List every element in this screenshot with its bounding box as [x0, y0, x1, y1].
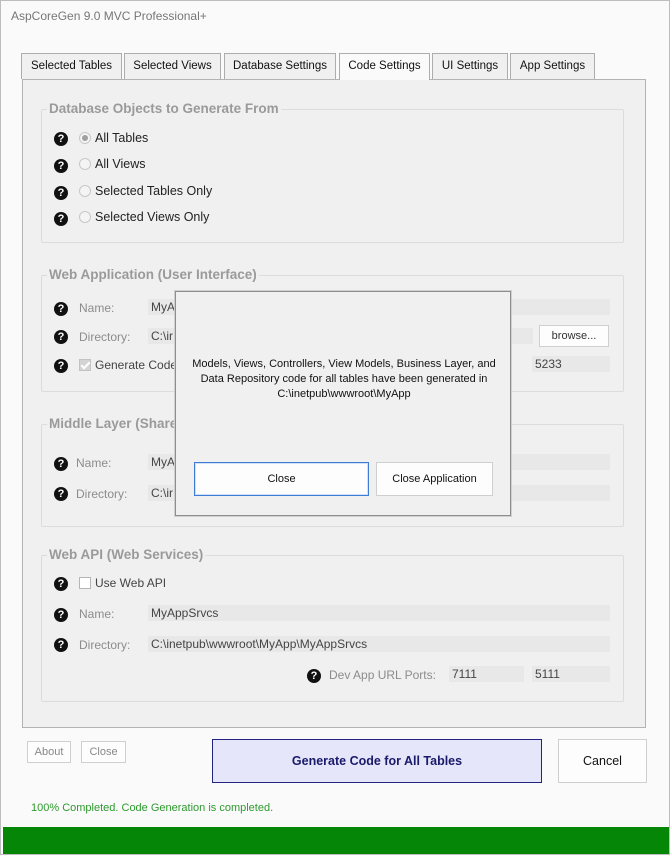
close-button[interactable]: Close — [81, 741, 126, 763]
about-button[interactable]: About — [27, 741, 71, 763]
dev-ports-label: Dev App URL Ports: — [329, 668, 436, 682]
help-icon[interactable]: ? — [54, 132, 68, 146]
radio-selected-tables-label: Selected Tables Only — [95, 184, 213, 198]
help-icon[interactable]: ? — [54, 186, 68, 200]
radio-all-views[interactable] — [79, 158, 91, 170]
web-api-directory-label: Directory: — [79, 638, 131, 652]
help-icon[interactable]: ? — [54, 457, 68, 471]
tab-app-settings[interactable]: App Settings — [510, 53, 595, 79]
web-app-directory-label: Directory: — [79, 330, 131, 344]
progress-bar — [3, 827, 669, 854]
help-icon[interactable]: ? — [54, 302, 68, 316]
radio-all-tables[interactable] — [79, 132, 91, 144]
window-title: AspCoreGen 9.0 MVC Professional+ — [11, 9, 207, 23]
tab-code-settings[interactable]: Code Settings — [339, 53, 430, 80]
middle-layer-name-label: Name: — [76, 456, 112, 470]
dialog-close-button[interactable]: Close — [194, 462, 369, 496]
tab-database-settings[interactable]: Database Settings — [224, 53, 336, 79]
tab-ui-settings[interactable]: UI Settings — [432, 53, 508, 79]
web-api-title: Web API (Web Services) — [47, 547, 206, 562]
db-objects-group: Database Objects to Generate From ? All … — [41, 101, 624, 243]
help-icon[interactable]: ? — [54, 212, 68, 226]
web-api-name-label: Name: — [79, 607, 115, 621]
web-api-group: Web API (Web Services) ? Use Web API ? N… — [41, 547, 624, 702]
completion-dialog: Models, Views, Controllers, View Models,… — [175, 291, 511, 516]
generate-code-checkbox[interactable] — [79, 359, 91, 371]
help-icon[interactable]: ? — [54, 330, 68, 344]
radio-selected-tables[interactable] — [79, 185, 91, 197]
tab-selected-tables[interactable]: Selected Tables — [21, 53, 122, 79]
web-app-title: Web Application (User Interface) — [47, 267, 259, 282]
help-icon[interactable]: ? — [307, 669, 321, 683]
radio-all-views-label: All Views — [95, 157, 146, 171]
use-web-api-label: Use Web API — [95, 576, 167, 590]
browse-button[interactable]: browse... — [539, 325, 609, 347]
web-api-directory-field[interactable]: C:\inetpub\wwwroot\MyApp\MyAppSrvcs — [148, 636, 610, 652]
web-api-port1-field[interactable]: 7111 — [449, 666, 524, 682]
help-icon[interactable]: ? — [54, 487, 68, 501]
radio-selected-views-label: Selected Views Only — [95, 210, 210, 224]
middle-layer-title: Middle Layer (Share — [47, 416, 180, 431]
radio-all-tables-label: All Tables — [95, 131, 149, 145]
status-text: 100% Completed. Code Generation is compl… — [31, 802, 274, 814]
help-icon[interactable]: ? — [54, 608, 68, 622]
dialog-close-application-button[interactable]: Close Application — [376, 462, 493, 496]
help-icon[interactable]: ? — [54, 359, 68, 373]
radio-selected-views[interactable] — [79, 211, 91, 223]
middle-layer-directory-label: Directory: — [76, 487, 128, 501]
use-web-api-checkbox[interactable] — [79, 577, 91, 589]
db-objects-title: Database Objects to Generate From — [47, 101, 281, 116]
web-app-port-field[interactable]: 5233 — [532, 356, 610, 372]
dialog-message: Models, Views, Controllers, View Models,… — [186, 357, 502, 402]
help-icon[interactable]: ? — [54, 159, 68, 173]
help-icon[interactable]: ? — [54, 638, 68, 652]
generate-code-button[interactable]: Generate Code for All Tables — [212, 739, 542, 783]
cancel-button[interactable]: Cancel — [558, 739, 647, 783]
dialog-message-line: Models, Views, Controllers, View Models,… — [192, 358, 496, 370]
dialog-message-line: C:\inetpub\wwwroot\MyApp — [277, 388, 411, 400]
generate-code-label: Generate Code — [95, 358, 178, 372]
web-app-name-label: Name: — [79, 301, 115, 315]
web-api-name-field[interactable]: MyAppSrvcs — [148, 605, 610, 621]
tab-selected-views[interactable]: Selected Views — [124, 53, 221, 79]
help-icon[interactable]: ? — [54, 577, 68, 591]
web-api-port2-field[interactable]: 5111 — [532, 666, 610, 682]
dialog-message-line: Data Repository code for all tables have… — [200, 373, 488, 385]
app-window: AspCoreGen 9.0 MVC Professional+ Selecte… — [0, 0, 670, 855]
